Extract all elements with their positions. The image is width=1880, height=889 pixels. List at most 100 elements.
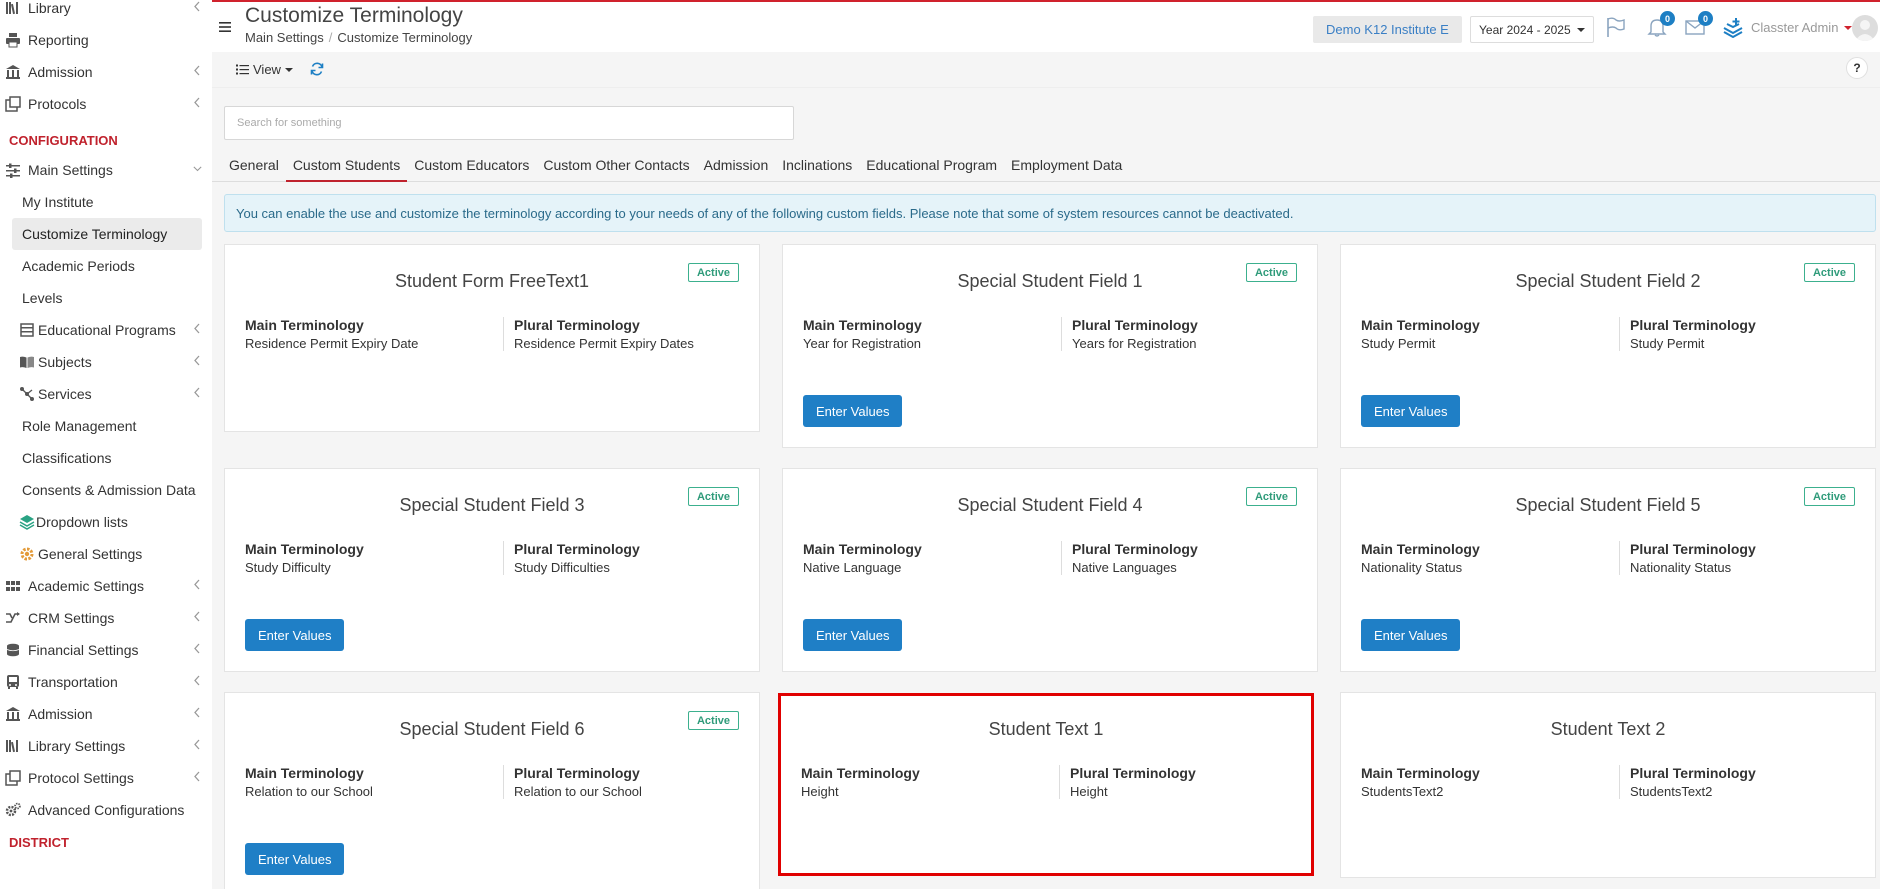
- terminology-card-selected[interactable]: Student Text 1 Main Terminology Height P…: [778, 693, 1314, 876]
- main-terminology-label: Main Terminology: [803, 541, 922, 557]
- sidebar-item-reporting[interactable]: Reporting: [0, 24, 212, 56]
- sidebar-item-library[interactable]: Library: [0, 0, 212, 24]
- chevron-left-icon: [193, 97, 202, 111]
- bell-icon[interactable]: 0: [1646, 11, 1675, 38]
- sidebar-item-financial-settings[interactable]: Financial Settings: [0, 634, 212, 666]
- envelope-icon[interactable]: 0: [1684, 11, 1713, 38]
- user-menu[interactable]: Classter Admin: [1751, 20, 1853, 35]
- sidebar-item-admission[interactable]: Admission: [0, 56, 212, 88]
- main-terminology-label: Main Terminology: [1361, 541, 1480, 557]
- chevron-left-icon: [193, 387, 202, 401]
- plural-terminology: Plural Terminology Study Permit: [1619, 317, 1756, 351]
- terminology-card[interactable]: Special Student Field 3 Active Main Term…: [224, 468, 760, 672]
- main-terminology-value: Height: [801, 784, 839, 799]
- page-title: Customize Terminology: [245, 4, 463, 27]
- chevron-left-icon: [193, 771, 202, 785]
- sidebar-item-label: Educational Programs: [38, 322, 176, 338]
- bus-icon: [4, 674, 22, 690]
- sidebar-item-label: Consents & Admission Data: [22, 482, 196, 498]
- terminology-card[interactable]: Student Text 2 Main Terminology Students…: [1340, 692, 1876, 878]
- sidebar-item-academic-settings[interactable]: Academic Settings: [0, 570, 212, 602]
- sidebar: Library Reporting Admission Protocols CO…: [0, 0, 212, 889]
- tab-custom-other-contacts[interactable]: Custom Other Contacts: [536, 150, 696, 182]
- terminology-card[interactable]: Special Student Field 4 Active Main Term…: [782, 468, 1318, 672]
- list-icon: [236, 64, 249, 75]
- terminology-card[interactable]: Special Student Field 2 Active Main Term…: [1340, 244, 1876, 448]
- sidebar-item-label: Library Settings: [28, 738, 126, 754]
- year-selector[interactable]: Year 2024 - 2025: [1470, 16, 1594, 43]
- sidebar-item-classifications[interactable]: Classifications: [0, 442, 212, 474]
- configuration-heading: CONFIGURATION: [9, 133, 118, 148]
- plural-terminology-label: Plural Terminology: [1072, 317, 1198, 333]
- sidebar-item-label: Customize Terminology: [22, 226, 168, 242]
- plural-terminology-value: Study Difficulties: [514, 560, 610, 575]
- apps-icon[interactable]: [1722, 16, 1744, 39]
- tab-educational-program[interactable]: Educational Program: [859, 150, 1004, 182]
- sidebar-item-protocols[interactable]: Protocols: [0, 88, 212, 120]
- sidebar-item-my-institute[interactable]: My Institute: [0, 186, 212, 218]
- institute-selector[interactable]: Demo K12 Institute E: [1313, 16, 1462, 43]
- plural-terminology-value: Height: [1070, 784, 1108, 799]
- main-terminology-value: StudentsText2: [1361, 784, 1444, 799]
- help-button[interactable]: ?: [1846, 57, 1868, 79]
- toolbar: View ?: [212, 52, 1880, 88]
- enter-values-button[interactable]: Enter Values: [803, 395, 903, 427]
- refresh-icon[interactable]: [310, 62, 324, 76]
- chevron-left-icon: [193, 1, 202, 15]
- tab-custom-educators[interactable]: Custom Educators: [407, 150, 536, 182]
- hamburger-icon[interactable]: [218, 20, 232, 34]
- sidebar-item-label: CRM Settings: [28, 610, 115, 626]
- layers-icon: [18, 514, 36, 530]
- sidebar-item-services[interactable]: Services: [0, 378, 212, 410]
- main-terminology-label: Main Terminology: [801, 765, 920, 781]
- sidebar-item-consents[interactable]: Consents & Admission Data: [0, 474, 212, 506]
- tab-custom-students[interactable]: Custom Students: [285, 150, 408, 182]
- sidebar-item-main-settings[interactable]: Main Settings: [0, 154, 212, 186]
- terminology-card[interactable]: Student Form FreeText1 Active Main Termi…: [224, 244, 760, 432]
- sidebar-item-role-management[interactable]: Role Management: [0, 410, 212, 442]
- sidebar-item-advanced-configurations[interactable]: Advanced Configurations: [0, 794, 212, 826]
- caret-down-icon: [1576, 27, 1585, 32]
- card-title: Student Text 2: [1550, 719, 1666, 739]
- library-icon: [4, 738, 22, 754]
- plural-terminology: Plural Terminology Height: [1059, 765, 1196, 799]
- plural-terminology-value: Native Languages: [1072, 560, 1177, 575]
- tab-employment-data[interactable]: Employment Data: [1004, 150, 1129, 182]
- sidebar-item-crm-settings[interactable]: CRM Settings: [0, 602, 212, 634]
- flag-icon[interactable]: [1604, 16, 1626, 38]
- sidebar-item-general-settings[interactable]: General Settings: [0, 538, 212, 570]
- avatar[interactable]: [1852, 15, 1878, 41]
- sidebar-item-educational-programs[interactable]: Educational Programs: [0, 314, 212, 346]
- main-terminology-value: Study Difficulty: [245, 560, 331, 575]
- sidebar-item-academic-periods[interactable]: Academic Periods: [0, 250, 212, 282]
- sidebar-item-subjects[interactable]: Subjects: [0, 346, 212, 378]
- enter-values-button[interactable]: Enter Values: [1361, 619, 1461, 651]
- protocols-icon: [4, 96, 22, 112]
- terminology-card[interactable]: Special Student Field 5 Active Main Term…: [1340, 468, 1876, 672]
- view-button[interactable]: View: [236, 62, 293, 77]
- breadcrumb-main-settings[interactable]: Main Settings: [245, 30, 324, 45]
- terminology-card[interactable]: Special Student Field 1 Active Main Term…: [782, 244, 1318, 448]
- enter-values-button[interactable]: Enter Values: [803, 619, 903, 651]
- sidebar-item-dropdown-lists[interactable]: Dropdown lists: [0, 506, 212, 538]
- sidebar-item-admission-settings[interactable]: Admission: [0, 698, 212, 730]
- sidebar-item-label: My Institute: [22, 194, 94, 210]
- tab-inclinations[interactable]: Inclinations: [775, 150, 859, 182]
- enter-values-button[interactable]: Enter Values: [245, 843, 345, 875]
- sidebar-item-library-settings[interactable]: Library Settings: [0, 730, 212, 762]
- sidebar-item-levels[interactable]: Levels: [0, 282, 212, 314]
- tab-general[interactable]: General: [222, 150, 286, 182]
- sidebar-item-customize-terminology[interactable]: Customize Terminology: [12, 218, 202, 250]
- tab-admission[interactable]: Admission: [697, 150, 776, 182]
- chevron-left-icon: [193, 579, 202, 593]
- enter-values-button[interactable]: Enter Values: [245, 619, 345, 651]
- card-title: Student Text 1: [988, 719, 1104, 739]
- notifications-badge: 0: [1660, 11, 1675, 26]
- enter-values-button[interactable]: Enter Values: [1361, 395, 1461, 427]
- sidebar-item-transportation[interactable]: Transportation: [0, 666, 212, 698]
- main-terminology: Main Terminology Height: [801, 765, 920, 799]
- main-terminology-value: Relation to our School: [245, 784, 373, 799]
- sidebar-item-protocol-settings[interactable]: Protocol Settings: [0, 762, 212, 794]
- terminology-card[interactable]: Special Student Field 6 Active Main Term…: [224, 692, 760, 889]
- search-input[interactable]: [224, 106, 794, 140]
